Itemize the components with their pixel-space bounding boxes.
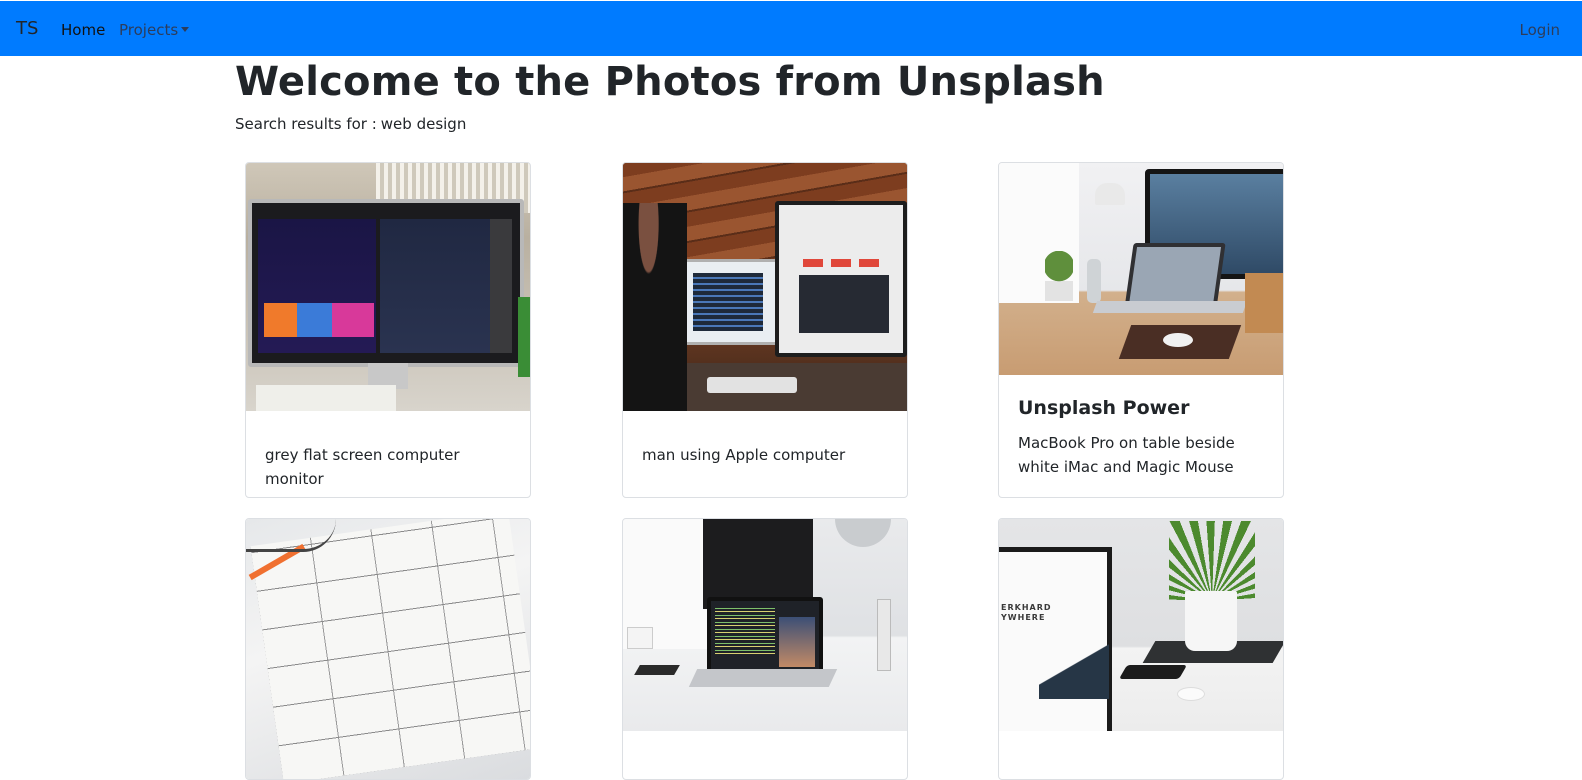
page-title: Welcome to the Photos from Unsplash [235, 59, 1105, 105]
card-description: grey flat screen computer monitor [265, 446, 460, 488]
photo-card[interactable]: ERKHARD YWHERE [998, 518, 1284, 780]
navbar: TS Home Projects Login [0, 1, 1582, 56]
photo-card[interactable] [622, 518, 908, 780]
search-results-label: Search results for : web design [235, 115, 466, 133]
card-photo [999, 163, 1283, 375]
photo-card[interactable] [245, 518, 531, 780]
card-photo [246, 163, 530, 411]
search-query: web design [380, 115, 467, 133]
card-photo: ERKHARD YWHERE [999, 519, 1283, 731]
card-photo [246, 519, 530, 779]
photo-card[interactable]: Unsplash Power MacBook Pro on table besi… [998, 162, 1284, 498]
nav-home-link[interactable]: Home [61, 21, 105, 39]
card-description: man using Apple computer [642, 446, 846, 464]
card-photo [623, 519, 907, 731]
nav-login-link[interactable]: Login [1520, 21, 1560, 39]
card-description: MacBook Pro on table beside white iMac a… [1018, 434, 1235, 476]
nav-projects-dropdown[interactable]: Projects [119, 21, 190, 39]
caret-down-icon [181, 27, 190, 32]
card-body: grey flat screen computer monitor [246, 411, 530, 491]
photo-card[interactable]: grey flat screen computer monitor [245, 162, 531, 498]
brand-logo[interactable]: TS [16, 18, 38, 39]
card-title: Unsplash Power [1018, 397, 1190, 419]
photo-card[interactable]: man using Apple computer [622, 162, 908, 498]
nav-projects-label: Projects [119, 21, 179, 39]
card-photo [623, 163, 907, 411]
card-body: man using Apple computer [623, 411, 907, 467]
card-body: Unsplash Power MacBook Pro on table besi… [999, 375, 1283, 479]
search-results-prefix: Search results for : [235, 115, 377, 133]
